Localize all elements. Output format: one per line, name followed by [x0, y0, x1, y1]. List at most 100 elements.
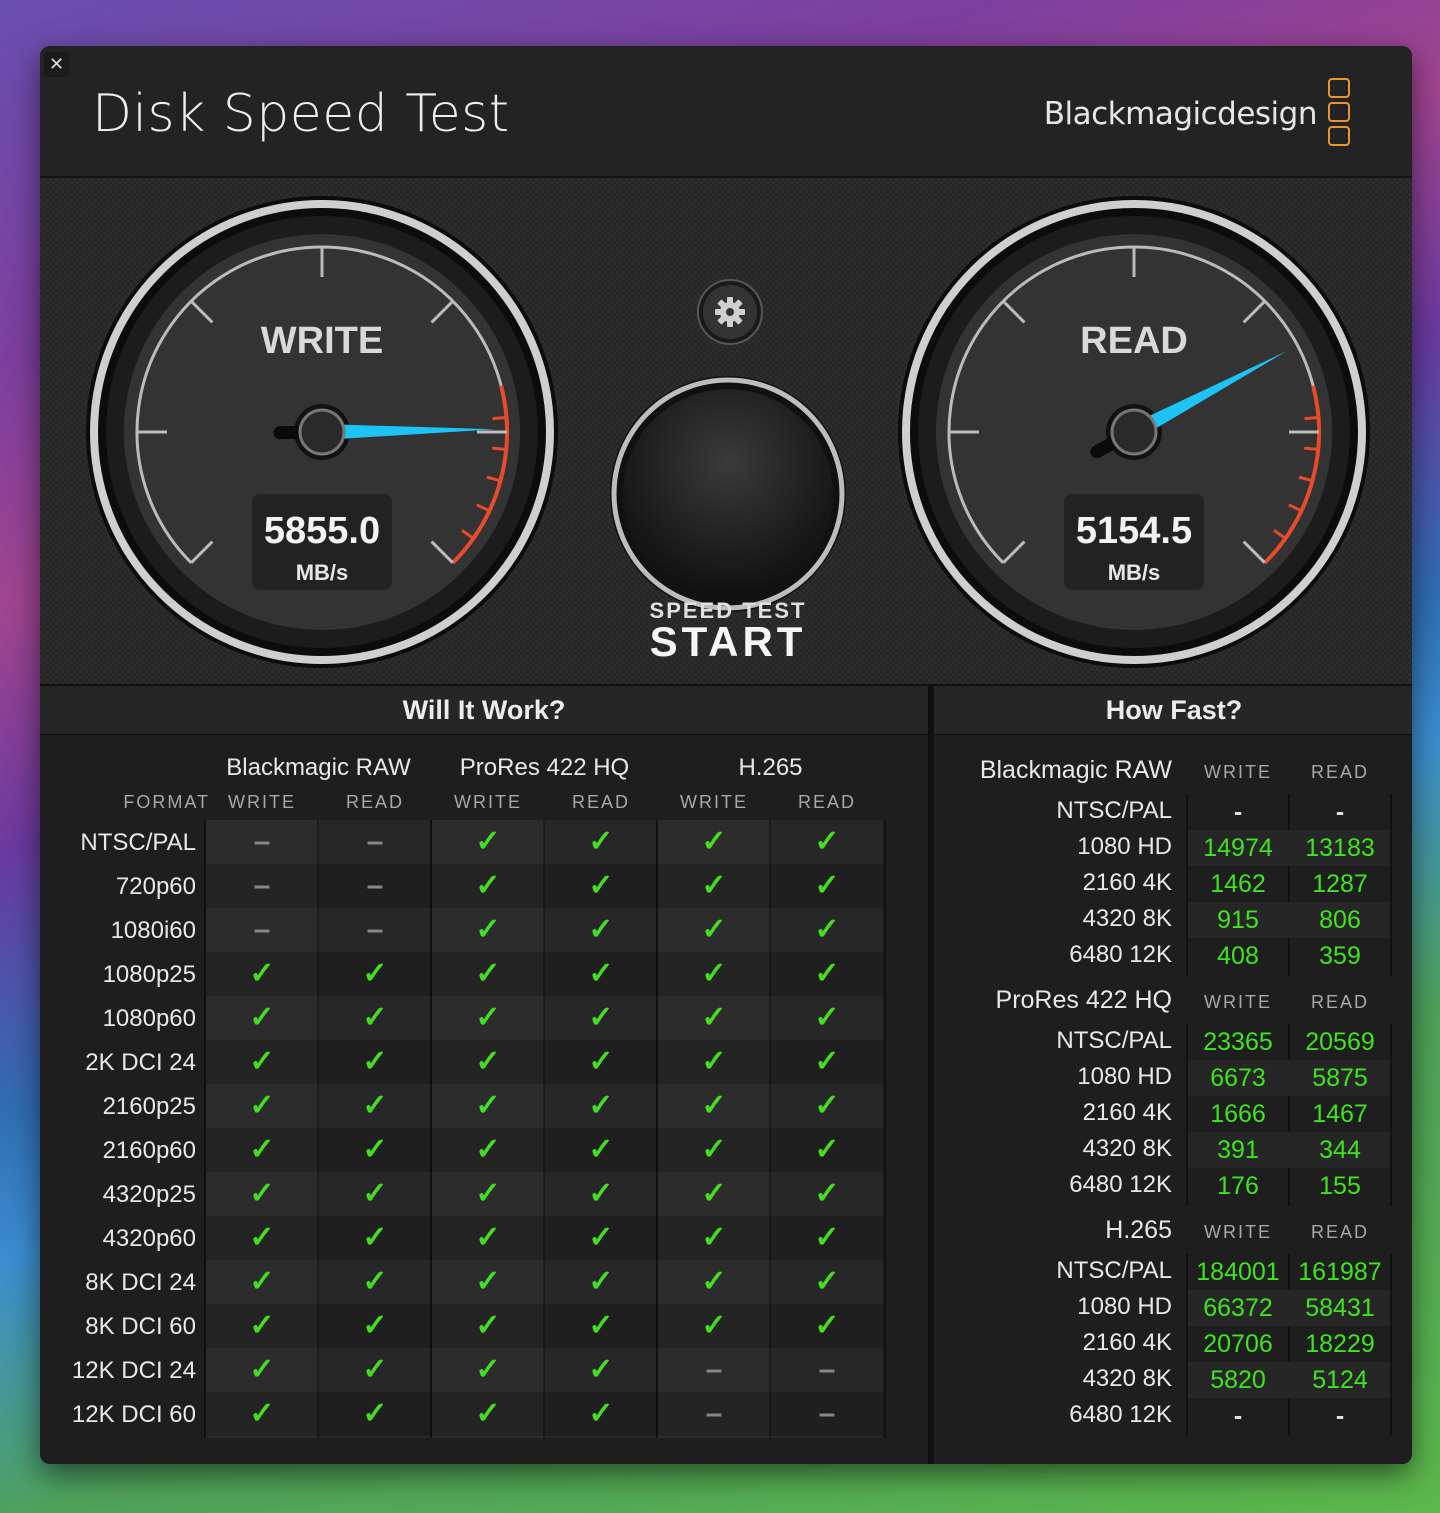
- how-fast-format-label: NTSC/PAL: [1056, 1027, 1172, 1054]
- format-label: 8K DCI 60: [85, 1313, 196, 1340]
- how-fast-read-value: 359: [1319, 942, 1361, 970]
- how-fast-read-value: 20569: [1305, 1028, 1375, 1056]
- check-icon: ✓: [588, 1265, 614, 1298]
- how-fast-read-value: 5124: [1312, 1366, 1368, 1394]
- how-fast-divider: [1390, 1024, 1392, 1206]
- will-it-work-panel: Will It Work? Blackmagic RAW ProRes 422 H…: [40, 686, 928, 1464]
- how-fast-write-value: -: [1233, 798, 1243, 826]
- check-icon: ✓: [701, 1045, 727, 1078]
- will-it-work-title: Will It Work?: [40, 686, 928, 735]
- how-fast-read-value: 13183: [1305, 834, 1375, 862]
- how-fast-group-header: Blackmagic RAW: [979, 756, 1172, 784]
- gauge-area: WRITE 5855.0 MB/s READ 5154.5 MB/s SPEED…: [40, 178, 1412, 686]
- gear-icon: [715, 297, 745, 327]
- check-icon: ✓: [249, 1221, 275, 1254]
- check-icon: ✓: [814, 1133, 840, 1166]
- how-fast-format-label: NTSC/PAL: [1056, 1257, 1172, 1284]
- read-gauge: [898, 196, 1370, 668]
- read-gauge-red-tick: [1304, 446, 1319, 451]
- dash-icon: –: [818, 1397, 836, 1430]
- disk-speed-test-window: ✕ Disk Speed Test Blackmagicdesign WRITE…: [40, 46, 1412, 1464]
- check-icon: ✓: [475, 1001, 501, 1034]
- how-fast-divider: [1390, 1254, 1392, 1436]
- check-icon: ✓: [701, 1089, 727, 1122]
- check-icon: ✓: [249, 957, 275, 990]
- how-fast-title: How Fast?: [934, 686, 1412, 735]
- how-fast-write-value: 6673: [1210, 1064, 1266, 1092]
- format-label: 1080p25: [102, 961, 196, 988]
- check-icon: ✓: [249, 1001, 275, 1034]
- check-icon: ✓: [362, 1221, 388, 1254]
- how-fast-write-value: 408: [1217, 942, 1259, 970]
- format-label: 720p60: [115, 873, 196, 900]
- close-button[interactable]: ✕: [44, 52, 69, 77]
- check-icon: ✓: [814, 1265, 840, 1298]
- check-icon: ✓: [362, 1353, 388, 1386]
- table-column-divider: [884, 820, 886, 1438]
- how-fast-read-header: READ: [1310, 1222, 1369, 1242]
- how-fast-read-value: 1287: [1312, 870, 1368, 898]
- check-icon: ✓: [362, 1397, 388, 1430]
- check-icon: ✓: [475, 869, 501, 902]
- how-fast-panel: How Fast? Blackmagic RAW WRITE READ NTSC/PA…: [932, 686, 1412, 1464]
- check-icon: ✓: [475, 1089, 501, 1122]
- check-icon: ✓: [701, 825, 727, 858]
- check-icon: ✓: [588, 913, 614, 946]
- table-subheader: WRITE: [228, 792, 296, 812]
- check-icon: ✓: [701, 1133, 727, 1166]
- how-fast-read-value: -: [1335, 798, 1345, 826]
- check-icon: ✓: [588, 957, 614, 990]
- check-icon: ✓: [362, 1001, 388, 1034]
- read-gauge-label: READ: [1080, 320, 1188, 362]
- how-fast-read-value: 155: [1319, 1172, 1361, 1200]
- check-icon: ✓: [475, 1221, 501, 1254]
- how-fast-format-label: NTSC/PAL: [1056, 797, 1172, 824]
- table-subheader: READ: [571, 792, 630, 812]
- how-fast-write-value: 176: [1217, 1172, 1259, 1200]
- check-icon: ✓: [475, 1045, 501, 1078]
- check-icon: ✓: [701, 1177, 727, 1210]
- check-icon: ✓: [814, 1221, 840, 1254]
- start-button[interactable]: [608, 374, 848, 614]
- check-icon: ✓: [249, 1089, 275, 1122]
- check-icon: ✓: [814, 1177, 840, 1210]
- check-icon: ✓: [475, 1133, 501, 1166]
- check-icon: ✓: [701, 1265, 727, 1298]
- check-icon: ✓: [362, 1265, 388, 1298]
- check-icon: ✓: [362, 1089, 388, 1122]
- how-fast-write-value: 5820: [1210, 1366, 1266, 1394]
- check-icon: ✓: [249, 1397, 275, 1430]
- how-fast-write-header: WRITE: [1204, 762, 1272, 782]
- check-icon: ✓: [475, 825, 501, 858]
- check-icon: ✓: [249, 1353, 275, 1386]
- check-icon: ✓: [814, 1001, 840, 1034]
- check-icon: ✓: [249, 1133, 275, 1166]
- check-icon: ✓: [475, 1309, 501, 1342]
- title-bar: ✕ Disk Speed Test Blackmagicdesign: [40, 46, 1412, 178]
- check-icon: ✓: [249, 1309, 275, 1342]
- check-icon: ✓: [701, 869, 727, 902]
- format-label: 1080i60: [110, 917, 196, 944]
- how-fast-write-header: WRITE: [1204, 992, 1272, 1012]
- check-icon: ✓: [362, 1045, 388, 1078]
- how-fast-format-label: 2160 4K: [1082, 869, 1172, 896]
- table-subheader: READ: [797, 792, 856, 812]
- format-column-header: FORMAT: [123, 792, 210, 812]
- check-icon: ✓: [362, 1177, 388, 1210]
- check-icon: ✓: [588, 825, 614, 858]
- check-icon: ✓: [814, 1045, 840, 1078]
- check-icon: ✓: [588, 1353, 614, 1386]
- settings-button[interactable]: [696, 278, 764, 346]
- start-button-label[interactable]: START: [608, 618, 848, 666]
- how-fast-format-label: 1080 HD: [1077, 1293, 1172, 1320]
- write-gauge-red-tick: [492, 446, 507, 451]
- write-gauge-hub: [298, 408, 346, 456]
- check-icon: ✓: [701, 1309, 727, 1342]
- read-gauge-hub: [1110, 408, 1158, 456]
- check-icon: ✓: [588, 1397, 614, 1430]
- format-label: 8K DCI 24: [85, 1269, 196, 1296]
- read-gauge-red-tick: [1304, 415, 1319, 421]
- how-fast-group-header: H.265: [1105, 1216, 1172, 1244]
- check-icon: ✓: [588, 1221, 614, 1254]
- check-icon: ✓: [475, 1353, 501, 1386]
